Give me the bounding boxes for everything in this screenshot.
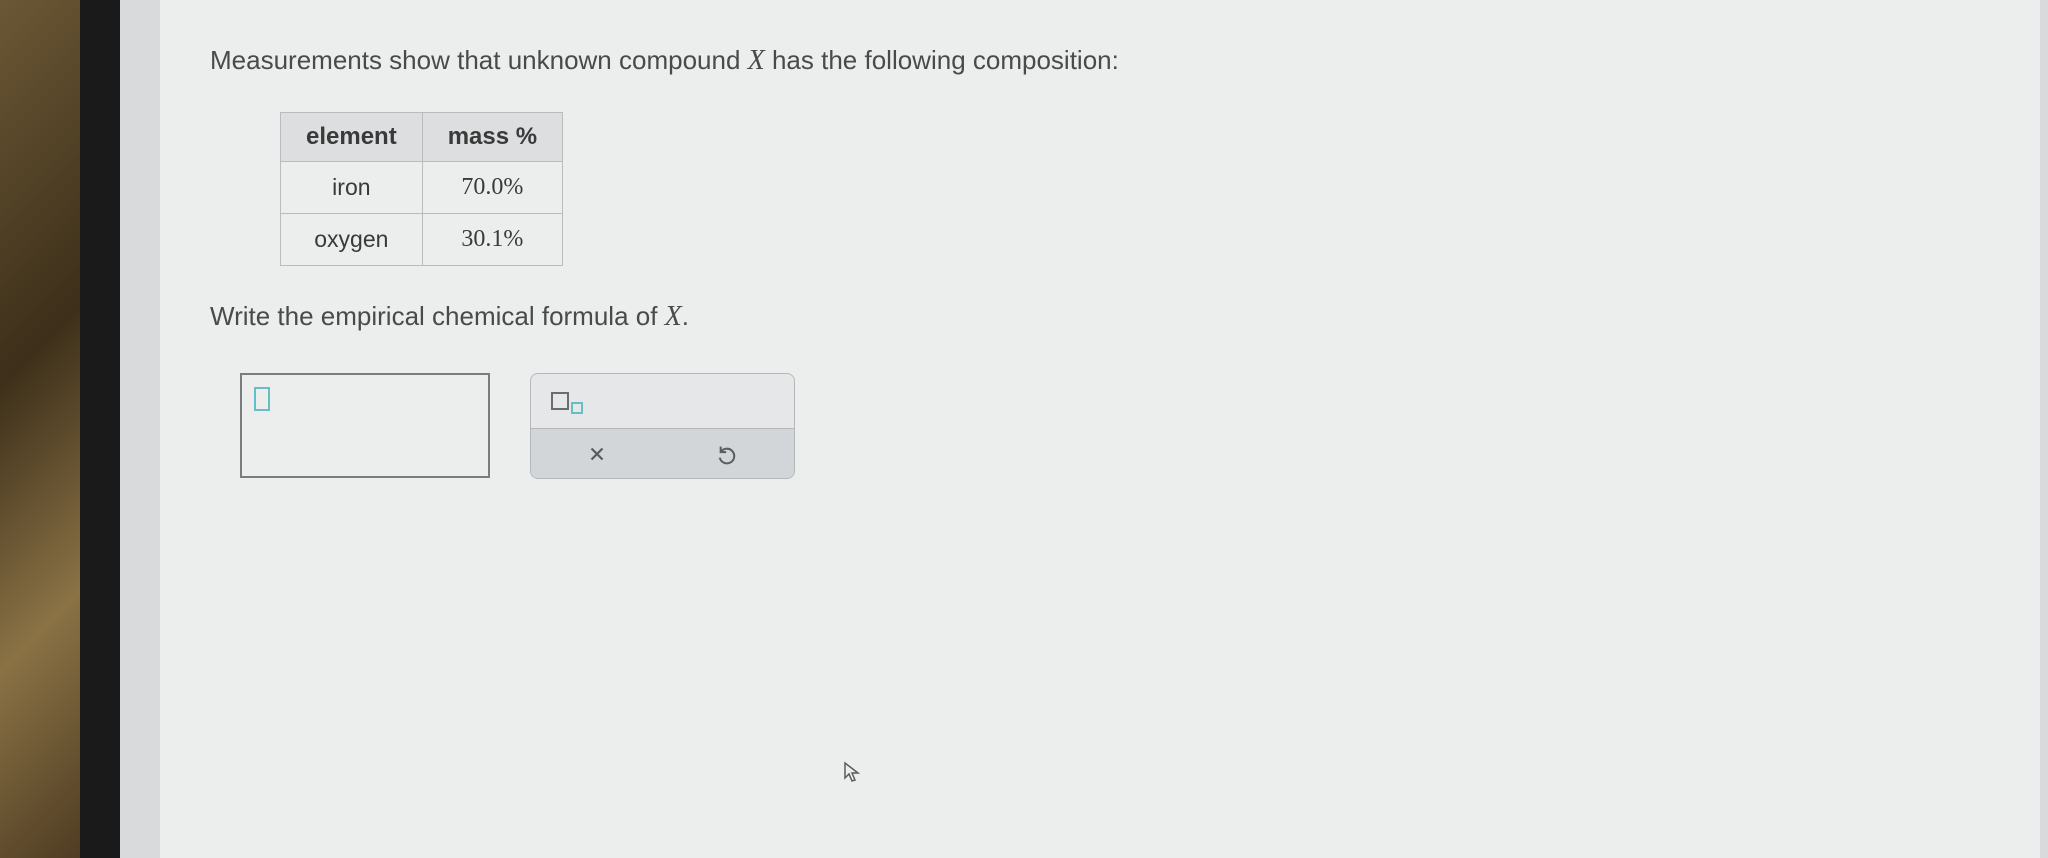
cell-element: iron [281, 162, 423, 214]
answer-input[interactable] [240, 373, 490, 478]
question-panel: Measurements show that unknown compound … [160, 0, 2040, 858]
cursor-icon [840, 760, 864, 789]
instruction-prefix: Write the empirical chemical formula of [210, 301, 665, 331]
monitor-bezel [80, 0, 120, 858]
subscript-sub-icon [571, 402, 583, 414]
instruction-variable: X [665, 301, 682, 332]
composition-table: element mass % iron 70.0% oxygen 30.1% [280, 112, 563, 266]
instruction-text: Write the empirical chemical formula of … [210, 301, 1990, 333]
tool-panel [530, 373, 795, 479]
prompt-suffix: has the following composition: [765, 45, 1119, 75]
cell-element: oxygen [281, 214, 423, 266]
tool-top-row [531, 374, 794, 428]
table-row: oxygen 30.1% [281, 214, 563, 266]
tool-bottom-row [531, 428, 794, 478]
prompt-variable: X [748, 45, 765, 76]
prompt-text: Measurements show that unknown compound … [210, 40, 1990, 82]
prompt-prefix: Measurements show that unknown compound [210, 45, 748, 75]
undo-icon [717, 443, 739, 465]
subscript-base-icon [551, 392, 569, 410]
cell-mass: 70.0% [422, 162, 562, 214]
header-element: element [281, 113, 423, 162]
subscript-button[interactable] [551, 392, 583, 410]
answer-placeholder-icon [254, 387, 270, 411]
clear-button[interactable] [531, 429, 663, 478]
instruction-suffix: . [682, 301, 689, 331]
table-header-row: element mass % [281, 113, 563, 162]
close-icon [586, 443, 608, 465]
reset-button[interactable] [663, 429, 795, 478]
table-row: iron 70.0% [281, 162, 563, 214]
header-mass: mass % [422, 113, 562, 162]
answer-row [240, 373, 1990, 479]
cell-mass: 30.1% [422, 214, 562, 266]
